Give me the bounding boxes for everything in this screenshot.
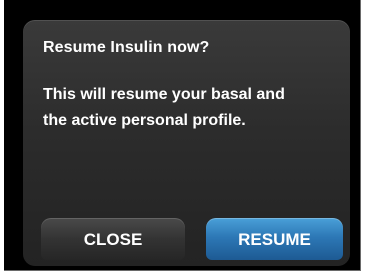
close-button[interactable]: CLOSE xyxy=(41,218,185,260)
dialog-message-line: the active personal profile. xyxy=(43,112,246,129)
device-screen: Resume Insulin now? This will resume you… xyxy=(4,0,361,271)
resume-insulin-dialog: Resume Insulin now? This will resume you… xyxy=(23,20,350,266)
resume-button[interactable]: RESUME xyxy=(206,218,343,260)
dialog-message: This will resume your basal and the acti… xyxy=(43,82,333,134)
device-frame: Resume Insulin now? This will resume you… xyxy=(0,0,371,273)
dialog-title: Resume Insulin now? xyxy=(43,39,210,56)
dialog-message-line: This will resume your basal and xyxy=(43,86,285,103)
